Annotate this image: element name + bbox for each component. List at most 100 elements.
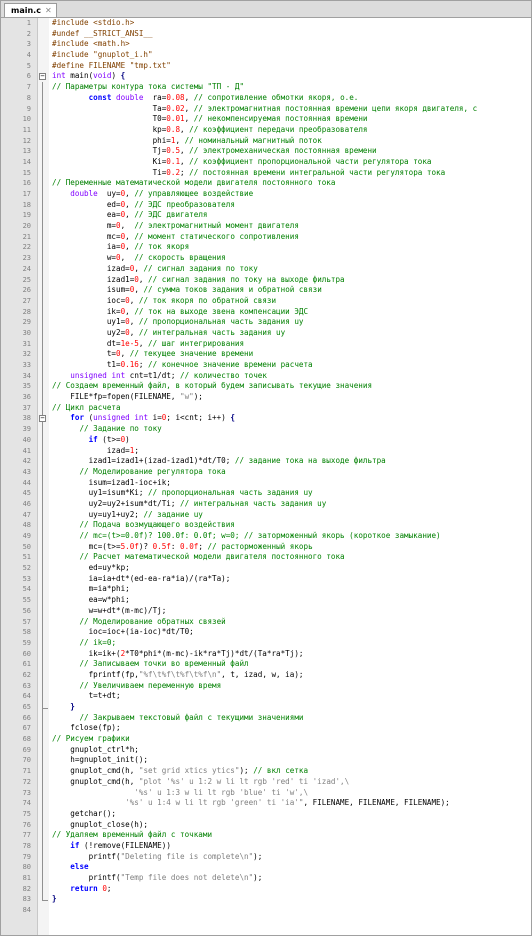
fold-toggle-icon[interactable]: − — [39, 73, 46, 81]
code-token: isum=izad1-ioc+ik; — [52, 477, 171, 487]
code-line[interactable]: 81 printf("Temp file does not delete\n")… — [1, 873, 531, 884]
code-line[interactable]: 18 ed=0, // ЭДС преобразователя — [1, 199, 531, 211]
code-line[interactable]: 60 ik=ik+(2*T0*phi*(m-mc)-ik*ra*Tj)*dt/(… — [1, 648, 531, 660]
code-line[interactable]: 15 Ti=0.2; // постоянная времени интегра… — [1, 167, 531, 179]
tab-main-c[interactable]: main.c ✕ — [4, 3, 57, 17]
code-line[interactable]: 24 izad=0, // сигнал задания по току — [1, 263, 531, 275]
code-line[interactable]: 43 // Моделирование регулятора тока — [1, 466, 531, 478]
code-line[interactable]: 35 // Создаем временный файл, в который б… — [1, 381, 531, 393]
code-line[interactable]: 17 double uy=0, // управляющее воздейств… — [1, 189, 531, 200]
code-line[interactable]: 62 fprintf(fp,"%f\t%f\t%f\t%f\n", t, iza… — [1, 669, 531, 681]
code-line[interactable]: 65 } — [1, 702, 531, 713]
code-line[interactable]: 4 #include "gnuplot_i.h" — [1, 50, 531, 61]
code-line[interactable]: 64 t=t+dt; — [1, 691, 531, 702]
code-line[interactable]: 70 h=gnuplot_init(); — [1, 755, 531, 767]
code-line[interactable]: 23 w=0, // скорость вращения — [1, 253, 531, 264]
code-line[interactable]: 31 dt=1e-5, // шаг интегрирования — [1, 338, 531, 350]
code-line[interactable]: 67 fclose(fp); — [1, 723, 531, 735]
code-line[interactable]: 40 if (t>=0) — [1, 434, 531, 446]
code-line[interactable]: 26 isum=0, // сумма токов задания и обра… — [1, 285, 531, 296]
line-number: 1 — [26, 19, 31, 27]
code-line[interactable]: 58 ioc=ioc+(ia-ioc)*dt/T0; — [1, 627, 531, 638]
code-line[interactable]: 41 izad=1; — [1, 445, 531, 457]
code-line[interactable]: 59 // ik=0; — [1, 637, 531, 649]
code-editor[interactable]: 1 #include <stdio.h> 2 #undef __STRICT_ANSI… — [1, 18, 531, 935]
code-line[interactable]: 9 Ta=0.02, // электромагнитная постоянна… — [1, 103, 531, 115]
code-line[interactable]: 77 // Удаляем временный файл с точками — [1, 830, 531, 841]
code-line[interactable]: 30 uy2=0, // интегральная часть задания … — [1, 327, 531, 339]
code-line[interactable]: 36 FILE*fp=fopen(FILENAME, "w"); — [1, 392, 531, 403]
code-line[interactable]: 14 Ki=0.1, // коэффициент пропорциональн… — [1, 156, 531, 168]
code-line[interactable]: 49 // mc=(t>=0.0f)? 100.0f: 0.0f; w=0; /… — [1, 531, 531, 542]
code-line[interactable]: 3 #include <math.h> — [1, 39, 531, 50]
code-line[interactable]: 46 uy2=uy2+isum*dt/Ti; // интегральная ч… — [1, 498, 531, 510]
code-line[interactable]: 11 kp=0.8, // коэффициент передачи преоб… — [1, 124, 531, 136]
code-line[interactable]: 57 // Моделирование обратных связей — [1, 616, 531, 628]
code-text: ik=0, // ток на выходе звена компенсации… — [52, 307, 308, 318]
code-line[interactable]: 80 else — [1, 862, 531, 873]
code-line[interactable]: 69 gnuplot_ctrl*h; — [1, 744, 531, 756]
code-line[interactable]: 82 return 0; — [1, 883, 531, 895]
code-line[interactable]: 29 uy1=0, // пропорциональная часть зада… — [1, 317, 531, 328]
code-line[interactable]: 78 if (!remove(FILENAME)) — [1, 840, 531, 852]
code-line[interactable]: 56 w=w+dt*(m-mc)/Tj; — [1, 605, 531, 617]
code-line[interactable]: 32 t=0, // текущее значение времени — [1, 349, 531, 360]
code-line[interactable]: 1 #include <stdio.h> — [1, 18, 531, 29]
code-line[interactable]: 25 izad1=0, // сигнал задания по току на… — [1, 274, 531, 286]
code-line[interactable]: 83} — [1, 894, 531, 905]
code-line[interactable]: 66 // Закрываем текстовый файл с текущим… — [1, 712, 531, 724]
code-line[interactable]: 50 mc=(t>=5.0f)? 0.5f: 0.0f; // растормо… — [1, 541, 531, 553]
code-line[interactable]: 68 // Рисуем графики — [1, 734, 531, 745]
code-line[interactable]: 73 '%s' u 1:3 w li lt rgb 'blue' ti 'w',… — [1, 787, 531, 799]
code-line[interactable]: 45 uy1=isum*Ki; // пропорциональная част… — [1, 488, 531, 499]
code-line[interactable]: 38− for (unsigned int i=0; i<cnt; i++) { — [1, 413, 531, 425]
code-line[interactable]: 44 isum=izad1-ioc+ik; — [1, 477, 531, 489]
code-line[interactable]: 12 phi=1, // номинальный магнитный поток — [1, 135, 531, 147]
code-token: fprintf(fp, — [52, 669, 139, 679]
code-line[interactable]: 39 // Задание по току — [1, 424, 531, 435]
code-line[interactable]: 10 T0=0.01, // некомпенсируемая постоянн… — [1, 114, 531, 125]
code-line[interactable]: 72 gnuplot_cmd(h, "plot '%s' u 1:2 w li … — [1, 776, 531, 788]
code-line[interactable]: 63 // Увеличиваем переменную время — [1, 680, 531, 692]
code-line[interactable]: 7 // Параметры контура тока системы "ТП -… — [1, 82, 531, 93]
code-line[interactable]: 61 // Записываем точки во временный файл — [1, 659, 531, 670]
code-line[interactable]: 37 // Цикл расчета — [1, 402, 531, 414]
code-line[interactable]: 55 ea=w*phi; — [1, 595, 531, 606]
code-line[interactable]: 5 #define FILENAME "tmp.txt" — [1, 61, 531, 72]
code-line[interactable]: 53 ia=ia+dt*(ed-ea-ra*ia)/(ra*Ta); — [1, 573, 531, 585]
code-line[interactable]: 71 gnuplot_cmd(h, "set grid xtics ytics"… — [1, 766, 531, 777]
code-line[interactable]: 75 getchar(); — [1, 808, 531, 820]
code-line[interactable]: 34 unsigned int cnt=t1/dt; // количество… — [1, 370, 531, 382]
code-line[interactable]: 51 // Расчет математической модели двига… — [1, 552, 531, 564]
fold-guide — [42, 776, 43, 788]
code-line[interactable]: 22 ia=0, // ток якоря — [1, 242, 531, 254]
code-line[interactable]: 20 m=0, // электромагнитный момент двига… — [1, 221, 531, 232]
code-line[interactable]: 74 '%s' u 1:4 w li lt rgb 'green' ti 'ia… — [1, 798, 531, 809]
code-line[interactable]: 52 ed=uy*kp; — [1, 563, 531, 574]
close-icon[interactable]: ✕ — [45, 6, 52, 15]
code-line[interactable]: 16 // Переменные математической модели дв… — [1, 178, 531, 189]
fold-toggle-icon[interactable]: − — [39, 415, 46, 423]
code-line[interactable]: 47 uy=uy1+uy2; // задание uy — [1, 509, 531, 521]
code-line[interactable]: 2 #undef __STRICT_ANSI__ — [1, 29, 531, 40]
code-line[interactable]: 42 izad1=izad1+(izad-izad1)*dt/T0; // за… — [1, 456, 531, 467]
code-token: uy1= — [52, 317, 126, 327]
line-number: 77 — [22, 831, 31, 840]
code-line[interactable]: 28 ik=0, // ток на выходе звена компенса… — [1, 306, 531, 318]
code-token: m= — [52, 221, 117, 231]
code-line[interactable]: 84 — [1, 905, 531, 916]
code-line[interactable]: 27 ioc=0, // ток якоря по обратной связи — [1, 295, 531, 307]
code-line[interactable]: 6− int main(void) { — [1, 71, 531, 82]
code-line[interactable]: 54 m=ia*phi; — [1, 584, 531, 596]
code-token: // управляющее воздействие — [134, 189, 254, 198]
code-line[interactable]: 19 ea=0, // ЭДС двигателя — [1, 210, 531, 222]
code-line[interactable]: 8 const double ra=0.08, // сопротивление… — [1, 92, 531, 104]
code-line[interactable]: 21 mc=0, // момент статического сопротив… — [1, 231, 531, 243]
code-line[interactable]: 48 // Подача возмущающего воздействия — [1, 520, 531, 531]
code-line[interactable]: 79 printf("Deleting file is complete\n")… — [1, 851, 531, 863]
code-line[interactable]: 13 Tj=0.5, // электромеханическая постоя… — [1, 146, 531, 157]
code-line[interactable]: 33 t1=0.16; // конечное значение времени… — [1, 360, 531, 371]
line-number: 54 — [22, 585, 31, 594]
code-text: double uy=0, // управляющее воздействие — [52, 189, 253, 200]
code-line[interactable]: 76 gnuplot_close(h); — [1, 819, 531, 831]
